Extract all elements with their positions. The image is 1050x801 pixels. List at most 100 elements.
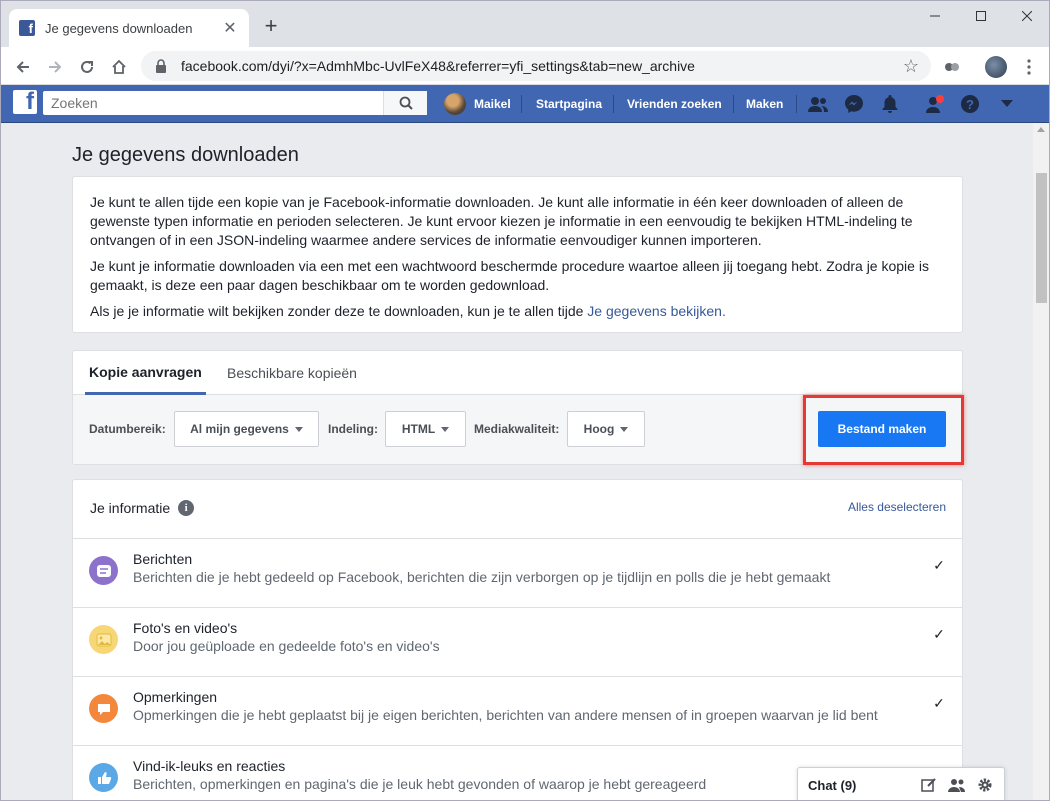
item-description: Opmerkingen die je hebt geplaatst bij je…	[133, 707, 878, 723]
more-vertical-icon	[1027, 59, 1031, 75]
item-title: Berichten	[133, 551, 193, 567]
nav-divider	[521, 95, 522, 113]
arrow-left-icon	[16, 61, 29, 73]
search-input[interactable]	[43, 91, 383, 115]
back-button[interactable]	[9, 53, 37, 81]
tab-strip: f Je gegevens downloaden ✕ +	[1, 1, 1049, 47]
tab-request-copy[interactable]: Kopie aanvragen	[85, 351, 206, 395]
nav-home-link[interactable]: Startpagina	[536, 85, 602, 123]
page-title: Je gegevens downloaden	[72, 144, 299, 166]
maximize-button[interactable]	[958, 1, 1004, 31]
view-data-link[interactable]: Je gegevens bekijken.	[587, 303, 726, 319]
profile-name: Maikel	[474, 97, 511, 111]
tab-available-copies[interactable]: Beschikbare kopieën	[227, 351, 357, 395]
maximize-icon	[976, 11, 986, 21]
close-window-button[interactable]	[1004, 1, 1049, 31]
item-title: Foto's en video's	[133, 620, 238, 636]
profile-avatar	[985, 56, 1007, 78]
media-quality-label: Mediakwaliteit:	[474, 422, 560, 436]
request-tabs: Kopie aanvragen Beschikbare kopieën	[73, 351, 962, 395]
item-description: Berichten die je hebt gedeeld op Faceboo…	[133, 569, 831, 585]
minimize-button[interactable]	[912, 1, 958, 31]
close-icon	[1022, 11, 1032, 21]
intro-paragraph: Je kunt je informatie downloaden via een…	[90, 258, 929, 293]
group-chat-icon[interactable]	[948, 776, 966, 794]
likes-icon	[89, 763, 118, 792]
deselect-all-link[interactable]: Alles deselecteren	[848, 500, 946, 514]
item-checkbox[interactable]: ✓	[932, 626, 946, 642]
notifications-bell-icon[interactable]	[878, 93, 902, 115]
date-range-label: Datumbereik:	[89, 422, 166, 436]
search-icon	[399, 96, 413, 110]
info-heading-text: Je informatie	[90, 500, 171, 516]
forward-button[interactable]	[41, 53, 69, 81]
format-label: Indeling:	[328, 422, 378, 436]
extension-icon	[945, 63, 959, 71]
messenger-icon[interactable]	[842, 93, 866, 115]
lock-icon[interactable]	[153, 58, 169, 74]
search-button[interactable]	[383, 91, 427, 115]
home-icon	[112, 59, 126, 74]
item-title: Vind-ik-leuks en reacties	[133, 758, 286, 774]
browser-menu-button[interactable]	[1015, 53, 1043, 81]
account-menu-chevron-icon[interactable]	[995, 93, 1019, 115]
media-quality-value: Hoog	[583, 422, 615, 436]
chat-bar[interactable]: Chat (9)	[797, 767, 1005, 800]
scrollbar[interactable]	[1033, 123, 1049, 800]
facebook-favicon-icon: f	[19, 20, 35, 36]
reload-button[interactable]	[73, 53, 101, 81]
quick-help-friends-icon[interactable]	[923, 93, 947, 115]
nav-create-link[interactable]: Maken	[746, 85, 783, 123]
tab-title: Je gegevens downloaden	[45, 20, 193, 36]
avatar	[444, 93, 466, 115]
browser-window: f Je gegevens downloaden ✕ + facebook.co…	[0, 0, 1050, 801]
format-dropdown[interactable]: HTML	[385, 411, 466, 447]
scroll-up-arrow-icon[interactable]	[1037, 127, 1045, 132]
profile-button[interactable]	[982, 53, 1010, 81]
item-title: Opmerkingen	[133, 689, 218, 705]
nav-find-friends-link[interactable]: Vrienden zoeken	[627, 85, 722, 123]
date-range-value: Al mijn gegevens	[190, 422, 289, 436]
help-icon[interactable]: ?	[958, 93, 982, 115]
new-tab-button[interactable]: +	[259, 13, 283, 39]
media-quality-dropdown[interactable]: Hoog	[567, 411, 645, 447]
address-bar[interactable]: facebook.com/dyi/?x=AdmhMbc-UvlFeX48&ref…	[141, 51, 931, 81]
svg-text:?: ?	[966, 97, 974, 112]
compose-icon[interactable]	[920, 776, 938, 794]
minimize-icon	[930, 15, 940, 17]
create-file-button[interactable]: Bestand maken	[818, 411, 946, 447]
list-item[interactable]: Opmerkingen Opmerkingen die je hebt gepl…	[73, 676, 962, 745]
profile-link[interactable]: Maikel	[444, 85, 511, 123]
info-heading: Je informatie i	[90, 500, 195, 516]
photos-icon	[89, 625, 118, 654]
request-copy-card: Kopie aanvragen Beschikbare kopieën Datu…	[72, 350, 964, 465]
info-icon[interactable]: i	[178, 500, 195, 516]
date-range-dropdown[interactable]: Al mijn gegevens	[174, 411, 319, 447]
intro-card: Je kunt te allen tijde een kopie van je …	[72, 176, 963, 333]
item-checkbox[interactable]: ✓	[932, 695, 946, 711]
intro-paragraph: Als je je informatie wilt bekijken zonde…	[90, 302, 945, 321]
nav-divider	[733, 95, 734, 113]
browser-tab[interactable]: f Je gegevens downloaden ✕	[9, 9, 249, 47]
facebook-logo[interactable]: f	[13, 90, 37, 114]
extension-button[interactable]	[938, 53, 966, 81]
list-item[interactable]: Berichten Berichten die je hebt gedeeld …	[73, 538, 962, 607]
intro-text: Als je je informatie wilt bekijken zonde…	[90, 303, 588, 319]
caret-down-icon	[294, 426, 303, 432]
gear-icon[interactable]	[976, 776, 994, 794]
item-description: Door jou geüploade en gedeelde foto's en…	[133, 638, 440, 654]
caret-down-icon	[620, 426, 629, 432]
bookmark-star-icon[interactable]: ☆	[903, 56, 919, 77]
url-text[interactable]: facebook.com/dyi/?x=AdmhMbc-UvlFeX48&ref…	[181, 58, 903, 74]
home-button[interactable]	[105, 53, 133, 81]
close-tab-icon[interactable]: ✕	[221, 18, 239, 38]
scrollbar-thumb[interactable]	[1036, 173, 1047, 303]
filter-bar: Datumbereik: Al mijn gegevens Indeling: …	[73, 395, 964, 465]
list-item[interactable]: Foto's en video's Door jou geüploade en …	[73, 607, 962, 676]
item-checkbox[interactable]: ✓	[932, 557, 946, 573]
main-content: Je gegevens downloaden Je kunt te allen …	[1, 123, 1033, 800]
friend-requests-icon[interactable]	[806, 93, 830, 115]
arrow-right-icon	[49, 61, 62, 73]
posts-icon	[89, 556, 118, 585]
nav-divider	[796, 95, 797, 113]
